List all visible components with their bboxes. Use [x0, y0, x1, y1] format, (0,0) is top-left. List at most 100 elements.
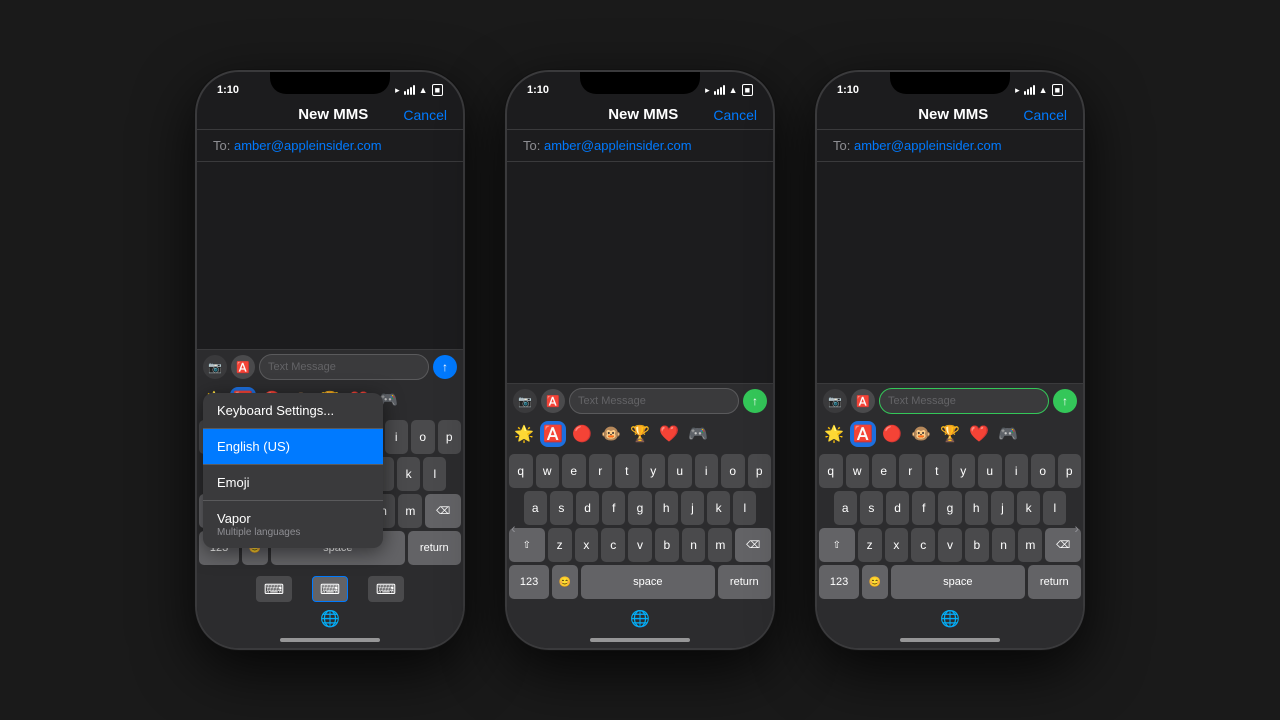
- key-l-1[interactable]: l: [423, 457, 446, 491]
- key-delete-2[interactable]: ⌫: [735, 528, 771, 562]
- send-button-3[interactable]: ↑: [1053, 389, 1077, 413]
- key-c-2[interactable]: c: [601, 528, 625, 562]
- key-x-3[interactable]: x: [885, 528, 909, 562]
- emoji-3-1[interactable]: 🌟: [821, 421, 847, 447]
- key-num-3[interactable]: 123: [819, 565, 859, 599]
- emoji-2-2[interactable]: 🅰️: [540, 421, 566, 447]
- cancel-button-3[interactable]: Cancel: [1023, 107, 1067, 123]
- appstore-icon-2[interactable]: 🅰️: [541, 389, 565, 413]
- key-n-2[interactable]: n: [682, 528, 706, 562]
- key-m-1[interactable]: m: [398, 494, 422, 528]
- key-x-2[interactable]: x: [575, 528, 599, 562]
- key-emoji-2[interactable]: 😊: [552, 565, 578, 599]
- camera-icon-3[interactable]: 📷: [823, 389, 847, 413]
- key-return-2[interactable]: return: [718, 565, 771, 599]
- key-o-3[interactable]: o: [1031, 454, 1055, 488]
- key-s-2[interactable]: s: [550, 491, 573, 525]
- key-emoji-3[interactable]: 😊: [862, 565, 888, 599]
- key-j-3[interactable]: j: [991, 491, 1014, 525]
- key-h-3[interactable]: h: [965, 491, 988, 525]
- key-r-2[interactable]: r: [589, 454, 613, 488]
- key-b-3[interactable]: b: [965, 528, 989, 562]
- emoji-2-3[interactable]: 🔴: [569, 421, 595, 447]
- key-g-3[interactable]: g: [938, 491, 961, 525]
- key-v-2[interactable]: v: [628, 528, 652, 562]
- send-button-1[interactable]: ↑: [433, 355, 457, 379]
- key-return-1[interactable]: return: [408, 531, 461, 565]
- kb-settings-item[interactable]: Keyboard Settings...: [203, 393, 383, 429]
- key-r-3[interactable]: r: [899, 454, 923, 488]
- appstore-icon-1[interactable]: 🅰️: [231, 355, 255, 379]
- key-m-2[interactable]: m: [708, 528, 732, 562]
- key-q-2[interactable]: q: [509, 454, 533, 488]
- key-u-2[interactable]: u: [668, 454, 692, 488]
- emoji-3-5[interactable]: 🏆: [937, 421, 963, 447]
- key-v-3[interactable]: v: [938, 528, 962, 562]
- appstore-icon-3[interactable]: 🅰️: [851, 389, 875, 413]
- cancel-button-2[interactable]: Cancel: [713, 107, 757, 123]
- emoji-2-4[interactable]: 🐵: [598, 421, 624, 447]
- camera-icon-1[interactable]: 📷: [203, 355, 227, 379]
- key-l-3[interactable]: l: [1043, 491, 1066, 525]
- key-f-3[interactable]: f: [912, 491, 935, 525]
- key-d-2[interactable]: d: [576, 491, 599, 525]
- message-input-3[interactable]: Text Message: [879, 388, 1049, 414]
- key-p-3[interactable]: p: [1058, 454, 1082, 488]
- key-num-2[interactable]: 123: [509, 565, 549, 599]
- emoji-3-7[interactable]: 🎮: [995, 421, 1021, 447]
- key-t-2[interactable]: t: [615, 454, 639, 488]
- emoji-2-7[interactable]: 🎮: [685, 421, 711, 447]
- kb-type-split-1[interactable]: ⌨: [368, 576, 404, 602]
- globe-icon-1[interactable]: 🌐: [317, 606, 343, 632]
- emoji-3-4[interactable]: 🐵: [908, 421, 934, 447]
- key-e-2[interactable]: e: [562, 454, 586, 488]
- cancel-button-1[interactable]: Cancel: [403, 107, 447, 123]
- key-e-3[interactable]: e: [872, 454, 896, 488]
- key-w-3[interactable]: w: [846, 454, 870, 488]
- key-w-2[interactable]: w: [536, 454, 560, 488]
- key-y-3[interactable]: y: [952, 454, 976, 488]
- key-q-3[interactable]: q: [819, 454, 843, 488]
- key-l-2[interactable]: l: [733, 491, 756, 525]
- emoji-2-1[interactable]: 🌟: [511, 421, 537, 447]
- arrow-left-2[interactable]: ‹: [511, 520, 516, 536]
- globe-icon-2[interactable]: 🌐: [627, 606, 653, 632]
- key-o-1[interactable]: o: [411, 420, 435, 454]
- key-f-2[interactable]: f: [602, 491, 625, 525]
- key-i-2[interactable]: i: [695, 454, 719, 488]
- key-i-1[interactable]: i: [385, 420, 409, 454]
- key-s-3[interactable]: s: [860, 491, 883, 525]
- message-input-2[interactable]: Text Message: [569, 388, 739, 414]
- arrow-right-3[interactable]: ›: [1074, 520, 1079, 536]
- key-shift-3[interactable]: ⇧: [819, 528, 855, 562]
- kb-english-item[interactable]: English (US): [203, 429, 383, 465]
- emoji-3-6[interactable]: ❤️: [966, 421, 992, 447]
- globe-icon-3[interactable]: 🌐: [937, 606, 963, 632]
- message-input-1[interactable]: Text Message: [259, 354, 429, 380]
- key-z-3[interactable]: z: [858, 528, 882, 562]
- key-a-2[interactable]: a: [524, 491, 547, 525]
- kb-type-narrow-1[interactable]: ⌨: [256, 576, 292, 602]
- kb-type-full-1[interactable]: ⌨: [312, 576, 348, 602]
- key-m-3[interactable]: m: [1018, 528, 1042, 562]
- emoji-3-2[interactable]: 🅰️: [850, 421, 876, 447]
- kb-vapor-item[interactable]: Vapor Multiple languages: [203, 501, 383, 548]
- key-k-2[interactable]: k: [707, 491, 730, 525]
- key-g-2[interactable]: g: [628, 491, 651, 525]
- key-delete-1[interactable]: ⌫: [425, 494, 461, 528]
- key-space-3[interactable]: space: [891, 565, 1025, 599]
- kb-emoji-item[interactable]: Emoji: [203, 465, 383, 501]
- key-h-2[interactable]: h: [655, 491, 678, 525]
- key-p-1[interactable]: p: [438, 420, 462, 454]
- key-return-3[interactable]: return: [1028, 565, 1081, 599]
- key-y-2[interactable]: y: [642, 454, 666, 488]
- key-n-3[interactable]: n: [992, 528, 1016, 562]
- key-i-3[interactable]: i: [1005, 454, 1029, 488]
- key-k-1[interactable]: k: [397, 457, 420, 491]
- key-a-3[interactable]: a: [834, 491, 857, 525]
- key-d-3[interactable]: d: [886, 491, 909, 525]
- key-space-2[interactable]: space: [581, 565, 715, 599]
- key-j-2[interactable]: j: [681, 491, 704, 525]
- emoji-2-5[interactable]: 🏆: [627, 421, 653, 447]
- key-b-2[interactable]: b: [655, 528, 679, 562]
